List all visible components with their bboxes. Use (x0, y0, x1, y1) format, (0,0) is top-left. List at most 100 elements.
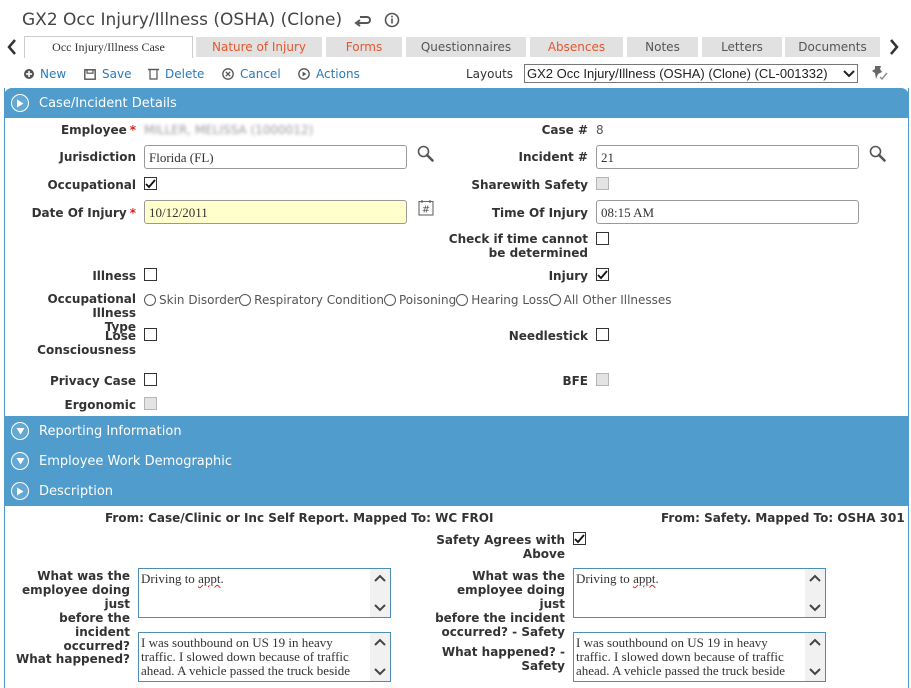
delete-button[interactable]: Delete (148, 64, 204, 84)
incident-number-label: Incident # (518, 150, 588, 164)
needlestick-checkbox[interactable] (596, 328, 609, 341)
what-happened-safety-textarea[interactable]: I was southbound on US 19 in heavy traff… (573, 632, 826, 682)
safety-agrees-label: Safety Agrees with Above (436, 533, 565, 561)
time-undetermined-label: Check if time cannot be determined (448, 232, 588, 260)
textarea-scrollbar[interactable] (805, 569, 825, 617)
tab-absences[interactable]: Absences (530, 37, 623, 57)
jurisdiction-input[interactable]: Florida (FL) (144, 145, 407, 169)
radio-skin-disorder[interactable]: Skin Disorder (144, 293, 239, 307)
expand-arrow-icon (11, 94, 29, 112)
info-icon[interactable] (384, 12, 400, 28)
collapse-arrow-icon (11, 452, 29, 470)
radio-circle-icon (239, 294, 252, 306)
return-icon[interactable] (354, 13, 372, 27)
tab-letters[interactable]: Letters (702, 37, 782, 57)
layouts-select[interactable]: GX2 Occ Injury/Illness (OSHA) (Clone) (C… (524, 64, 858, 83)
scroll-up-icon (809, 635, 821, 649)
privacy-case-checkbox[interactable] (144, 373, 157, 386)
checkmark-icon (597, 269, 608, 279)
ergonomic-label: Ergonomic (64, 398, 136, 412)
what-happened-textarea[interactable]: I was southbound on US 19 in heavy traff… (138, 632, 391, 682)
radio-circle-icon (548, 294, 561, 306)
section-case-incident-details[interactable]: Case/Incident Details (4, 88, 909, 118)
lose-consciousness-label: Lose Consciousness (37, 329, 136, 357)
what-happened-label: What happened? (16, 652, 130, 666)
incident-search-icon[interactable] (869, 145, 886, 165)
section-reporting-information[interactable]: Reporting Information (4, 416, 909, 446)
textarea-scrollbar[interactable] (370, 569, 390, 617)
scroll-up-icon (809, 571, 821, 585)
new-button[interactable]: New (24, 64, 66, 84)
tabs-scroll-right-button[interactable] (884, 35, 904, 59)
case-number-value: 8 (596, 123, 604, 137)
chevron-down-icon (843, 69, 855, 77)
plus-circle-icon (24, 69, 34, 79)
radio-respiratory-condition[interactable]: Respiratory Condition (239, 293, 384, 307)
employee-value: MILLER, MELISSA (1000012) (144, 123, 314, 137)
sharewith-safety-checkbox (596, 177, 609, 190)
tabs-scroll-left-button[interactable] (2, 35, 22, 59)
radio-poisoning[interactable]: Poisoning (384, 293, 456, 307)
scroll-up-icon (374, 635, 386, 649)
section-description[interactable]: Description (4, 476, 909, 506)
tab-notes[interactable]: Notes (627, 37, 698, 57)
tab-questionnaires[interactable]: Questionnaires (406, 37, 526, 57)
tab-forms[interactable]: Forms (326, 37, 402, 57)
incident-number-input[interactable]: 21 (596, 145, 859, 169)
date-of-injury-label: Date Of Injury * (31, 206, 136, 220)
time-of-injury-label: Time Of Injury (491, 206, 588, 220)
what-happened-safety-label: What happened? - Safety (441, 645, 565, 673)
privacy-case-label: Privacy Case (49, 374, 136, 388)
tab-documents[interactable]: Documents (785, 37, 880, 57)
radio-circle-icon (384, 294, 396, 306)
scroll-down-icon (374, 665, 386, 679)
date-of-injury-input[interactable]: 10/12/2011 (144, 200, 407, 224)
tab-occ-injury-illness-case[interactable]: Occ Injury/Illness Case (24, 36, 193, 58)
radio-hearing-loss[interactable]: Hearing Loss (456, 293, 549, 307)
illness-checkbox[interactable] (144, 268, 157, 281)
safety-agrees-checkbox[interactable] (573, 532, 586, 545)
title-bar: GX2 Occ Injury/Illness (OSHA) (Clone) (22, 8, 400, 32)
time-of-injury-input[interactable]: 08:15 AM (596, 200, 859, 224)
collapse-arrow-icon (11, 422, 29, 440)
checkmark-icon (574, 533, 585, 543)
section-employee-work-demographic[interactable]: Employee Work Demographic (4, 446, 909, 476)
tab-bar: Occ Injury/Illness Case Nature of Injury… (0, 35, 911, 59)
injury-checkbox[interactable] (596, 268, 609, 281)
scroll-down-icon (809, 665, 821, 679)
illness-type-label: Occupational Illness Type (47, 292, 136, 334)
time-undetermined-checkbox[interactable] (596, 232, 609, 245)
illness-label: Illness (92, 269, 136, 283)
doing-before-safety-textarea[interactable]: Driving to appt. (573, 568, 826, 618)
textarea-scrollbar[interactable] (805, 633, 825, 681)
injury-label: Injury (548, 269, 588, 283)
description-right-header: From: Safety. Mapped To: OSHA 301 (661, 511, 905, 525)
radio-circle-icon (456, 294, 469, 306)
bfe-checkbox (596, 373, 609, 386)
doing-before-textarea[interactable]: Driving to appt. (138, 568, 391, 618)
pin-default-layout-icon[interactable] (871, 65, 889, 84)
ergonomic-checkbox (144, 397, 157, 410)
bfe-label: BFE (562, 374, 588, 388)
needlestick-label: Needlestick (508, 329, 588, 343)
jurisdiction-label: Jurisdiction (59, 150, 136, 164)
checkmark-icon (145, 178, 156, 188)
tab-nature-of-injury[interactable]: Nature of Injury (196, 37, 322, 57)
chevron-right-icon (890, 39, 899, 55)
illness-type-radio-group: Skin Disorder Respiratory Condition Pois… (144, 293, 672, 307)
occupational-checkbox[interactable] (144, 177, 157, 190)
radio-all-other-illnesses[interactable]: All Other Illnesses (548, 293, 672, 307)
textarea-scrollbar[interactable] (370, 633, 390, 681)
svg-text:#: # (422, 205, 430, 216)
chevron-left-icon (7, 39, 16, 55)
scroll-down-icon (374, 601, 386, 615)
case-number-label: Case # (541, 123, 588, 137)
cancel-button[interactable]: Cancel (222, 64, 281, 84)
cancel-circle-icon (222, 68, 234, 80)
actions-button[interactable]: Actions (298, 64, 360, 84)
occupational-label: Occupational (47, 178, 136, 192)
radio-circle-icon (144, 294, 156, 306)
play-circle-icon (298, 68, 310, 80)
lose-consciousness-checkbox[interactable] (144, 328, 157, 341)
save-button[interactable]: Save (84, 64, 131, 84)
